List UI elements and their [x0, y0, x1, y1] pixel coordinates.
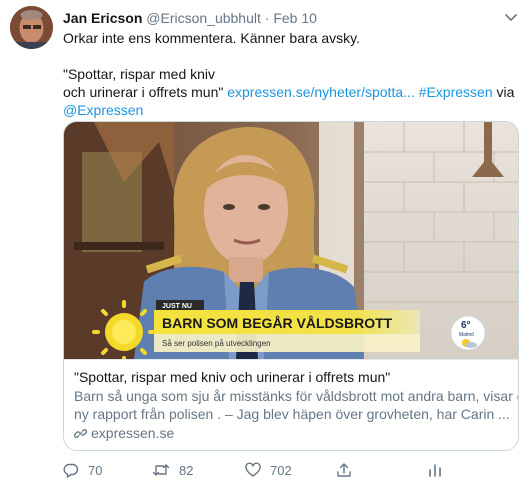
banner-subline: Så ser polisen på utvecklingen — [162, 339, 271, 348]
tweet-quote-line: "Spottar, rispar med kniv — [63, 66, 216, 82]
retweet-icon — [152, 464, 170, 476]
separator: · — [264, 10, 270, 26]
tweet-text-line: Orkar inte ens kommentera. Känner bara a… — [63, 30, 360, 46]
card-description: Barn så unga som sju år misstänks för vå… — [74, 387, 519, 423]
retweet-button[interactable]: 82 — [152, 461, 193, 479]
weather-city: Malmö — [459, 332, 474, 338]
banner-tag: JUST NU — [162, 303, 192, 310]
link-card[interactable]: JUST NU BARN SOM BEGÅR VÅLDSBROTT Så ser… — [63, 121, 519, 451]
chevron-down-icon[interactable] — [503, 9, 519, 25]
tweet-date[interactable]: Feb 10 — [273, 10, 317, 26]
card-domain-text: expressen.se — [91, 425, 175, 441]
link-icon — [74, 428, 87, 438]
via-text: via — [496, 84, 515, 100]
analytics-icon — [429, 464, 441, 477]
share-button[interactable] — [336, 461, 352, 479]
tweet-quote-line-text: och urinerar i offrets mun" — [63, 84, 224, 100]
reply-button[interactable]: 70 — [63, 461, 102, 479]
banner-headline: BARN SOM BEGÅR VÅLDSBROTT — [162, 315, 393, 331]
action-bar: 70 82 702 — [63, 461, 483, 479]
like-button[interactable]: 702 — [245, 461, 292, 479]
card-description-line: ny rapport från polisen . – Jag blev häp… — [74, 406, 510, 422]
card-image[interactable]: JUST NU BARN SOM BEGÅR VÅLDSBROTT Så ser… — [64, 122, 518, 359]
tweet[interactable]: Jan Ericson @Ericson_ubbhult · Feb 10 Or… — [0, 0, 531, 485]
weather-badge: 6° Malmö — [450, 315, 486, 351]
article-link[interactable]: expressen.se/nyheter/spotta... — [227, 84, 415, 100]
card-body[interactable]: "Spottar, rispar med kniv och urinerar i… — [64, 359, 519, 450]
author-handle[interactable]: @Ericson_ubbhult — [146, 10, 261, 26]
weather-temp: 6° — [461, 320, 471, 331]
author-name[interactable]: Jan Ericson — [63, 10, 142, 26]
card-title: "Spottar, rispar med kniv och urinerar i… — [74, 369, 391, 385]
reply-count: 70 — [88, 462, 103, 478]
heart-icon — [245, 462, 261, 477]
mention-link[interactable]: @Expressen — [63, 101, 523, 119]
share-icon — [337, 463, 351, 477]
like-count: 702 — [270, 462, 292, 478]
retweet-count: 82 — [179, 462, 194, 478]
reply-icon — [63, 463, 79, 478]
analytics-button[interactable] — [427, 461, 443, 479]
tweet-header: Jan Ericson @Ericson_ubbhult · Feb 10 — [63, 9, 491, 27]
tweet-quote-line: och urinerar i offrets mun" expressen.se… — [63, 83, 523, 101]
card-domain: expressen.se — [74, 424, 510, 442]
avatar[interactable] — [10, 6, 53, 49]
tweet-text: Orkar inte ens kommentera. Känner bara a… — [63, 29, 523, 119]
card-description-line: Barn så unga som sju år misstänks för vå… — [74, 388, 519, 404]
hashtag-link[interactable]: #Expressen — [419, 84, 493, 100]
